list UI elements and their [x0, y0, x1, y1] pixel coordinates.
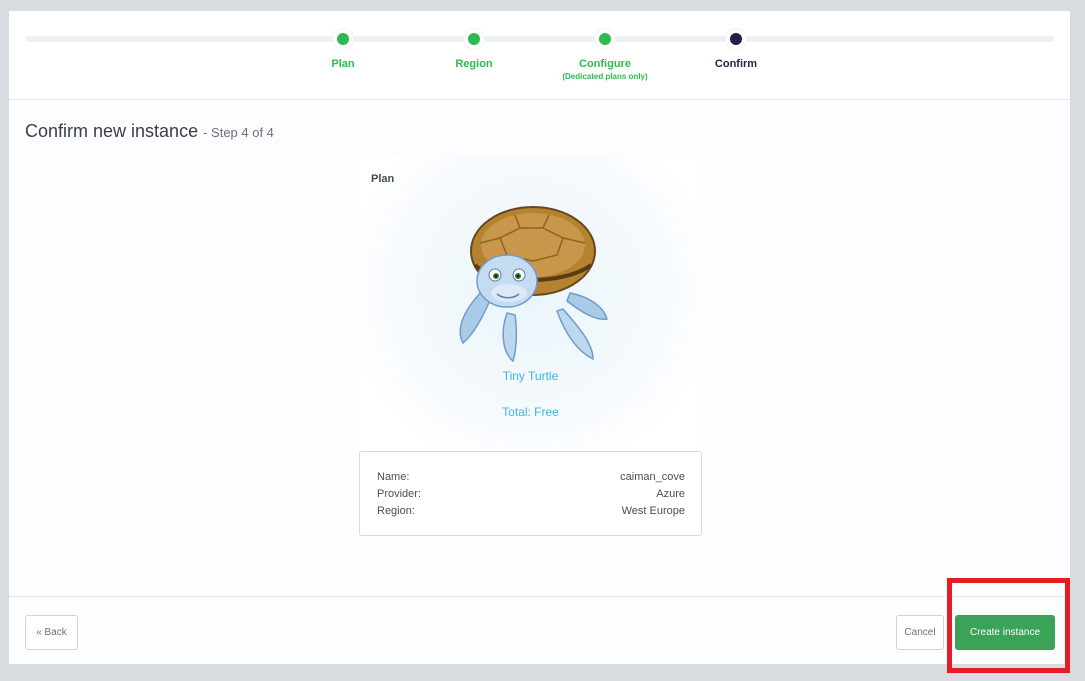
- step-region[interactable]: Region: [404, 28, 544, 70]
- step-dot-done: [599, 33, 611, 45]
- step-label: Region: [455, 58, 493, 70]
- detail-row-provider: Provider: Azure: [377, 486, 685, 503]
- step-info: - Step 4 of 4: [203, 125, 274, 140]
- step-sublabel: (Dedicated plans only): [562, 72, 648, 81]
- step-indicator: [725, 28, 747, 50]
- step-dot-done: [337, 33, 349, 45]
- back-button[interactable]: « Back: [25, 615, 78, 650]
- step-dot-current: [730, 33, 742, 45]
- step-plan[interactable]: Plan: [273, 28, 413, 70]
- turtle-icon: [459, 206, 608, 363]
- step-indicator: [332, 28, 354, 50]
- wizard-stepper: Plan Region Configure (Dedicated plans o…: [9, 11, 1070, 100]
- step-indicator: [594, 28, 616, 50]
- wizard-window: Plan Region Configure (Dedicated plans o…: [8, 10, 1071, 665]
- detail-value: Azure: [656, 488, 685, 500]
- step-label: Configure: [579, 58, 631, 70]
- page-title-text: Confirm new instance: [25, 121, 199, 141]
- instance-details: Name: caiman_cove Provider: Azure Region…: [359, 451, 702, 536]
- cancel-button[interactable]: Cancel: [896, 615, 944, 650]
- detail-row-name: Name: caiman_cove: [377, 469, 685, 486]
- plan-total: Total: Free: [502, 405, 559, 419]
- step-indicator: [463, 28, 485, 50]
- page-title: Confirm new instance - Step 4 of 4: [25, 121, 274, 142]
- step-label: Confirm: [714, 58, 758, 70]
- plan-card: Plan Tiny Turtle Total: Free: [359, 157, 702, 451]
- step-configure[interactable]: Configure (Dedicated plans only): [535, 28, 675, 81]
- create-instance-button[interactable]: Create instance: [955, 615, 1055, 650]
- detail-value: West Europe: [621, 505, 685, 517]
- detail-value: caiman_cove: [620, 471, 685, 483]
- plan-section-label: Plan: [371, 173, 395, 185]
- wizard-footer: « Back Cancel Create instance: [9, 596, 1070, 666]
- step-label: Plan: [331, 58, 355, 70]
- step-dot-done: [468, 33, 480, 45]
- detail-row-region: Region: West Europe: [377, 503, 685, 520]
- detail-key: Name:: [377, 471, 410, 483]
- plan-name: Tiny Turtle: [502, 369, 559, 383]
- step-confirm: Confirm: [666, 28, 806, 70]
- detail-key: Provider:: [377, 488, 422, 500]
- detail-key: Region:: [377, 505, 415, 517]
